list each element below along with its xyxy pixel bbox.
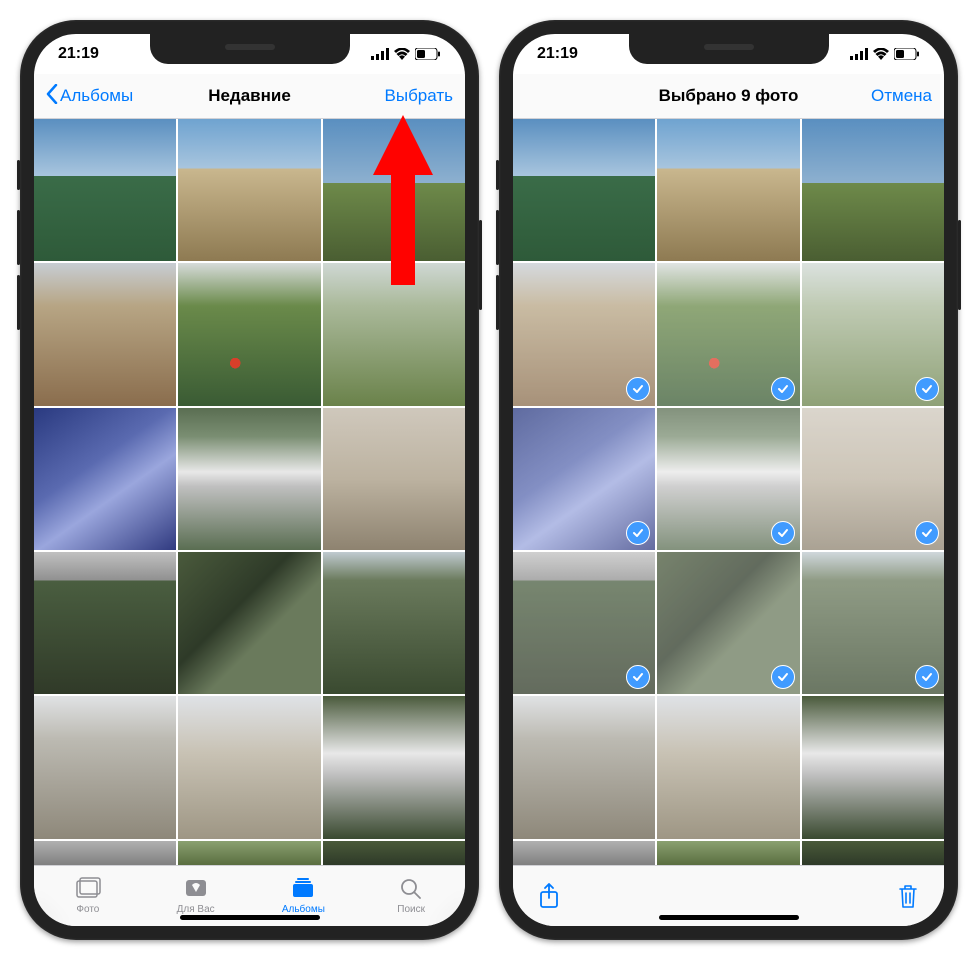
photo-thumbnail[interactable] — [802, 552, 944, 694]
cellular-signal-icon — [371, 48, 389, 60]
photo-thumbnail[interactable] — [34, 408, 176, 550]
photo-thumbnail[interactable] — [323, 408, 465, 550]
photo-thumbnail[interactable] — [513, 119, 655, 261]
photo-thumbnail[interactable] — [513, 841, 655, 865]
photo-thumbnail[interactable] — [513, 552, 655, 694]
photo-thumbnail[interactable] — [178, 263, 320, 405]
photo-thumbnail[interactable] — [657, 552, 799, 694]
nav-bar: Альбомы Недавние Выбрать — [34, 74, 465, 119]
photo-thumbnail[interactable] — [657, 119, 799, 261]
nav-title: Недавние — [136, 86, 363, 106]
albums-tab-icon — [290, 877, 316, 902]
tab-label: Для Вас — [177, 904, 215, 915]
photo-thumbnail[interactable] — [178, 696, 320, 838]
status-time: 21:19 — [537, 45, 578, 63]
tab-label: Поиск — [397, 904, 425, 915]
photo-thumbnail[interactable] — [657, 263, 799, 405]
photo-thumbnail[interactable] — [34, 119, 176, 261]
status-time: 21:19 — [58, 45, 99, 63]
photo-grid[interactable] — [34, 119, 465, 865]
nav-bar: Выбрано 9 фото Отмена — [513, 74, 944, 119]
battery-icon — [415, 48, 441, 60]
delete-button[interactable] — [896, 883, 920, 909]
photo-thumbnail[interactable] — [802, 408, 944, 550]
selection-checkmark-icon — [915, 521, 939, 545]
battery-icon — [894, 48, 920, 60]
photo-thumbnail[interactable] — [34, 263, 176, 405]
photo-thumbnail[interactable] — [323, 263, 465, 405]
photo-thumbnail[interactable] — [802, 696, 944, 838]
photo-thumbnail[interactable] — [802, 119, 944, 261]
photo-thumbnail[interactable] — [513, 408, 655, 550]
photo-thumbnail[interactable] — [323, 552, 465, 694]
share-icon — [537, 883, 561, 909]
phone-frame-right: 21:19 Выбрано 9 фото Отмена — [499, 20, 958, 940]
notch — [150, 34, 350, 64]
cancel-button[interactable]: Отмена — [842, 86, 932, 106]
photo-grid[interactable] — [513, 119, 944, 865]
search-tab-icon — [398, 877, 424, 902]
selection-checkmark-icon — [915, 377, 939, 401]
wifi-icon — [394, 48, 410, 60]
for-you-tab-icon — [183, 877, 209, 902]
photo-thumbnail[interactable] — [34, 841, 176, 865]
photo-thumbnail[interactable] — [802, 841, 944, 865]
selection-checkmark-icon — [626, 377, 650, 401]
photo-thumbnail[interactable] — [178, 841, 320, 865]
chevron-left-icon — [46, 84, 58, 109]
select-button[interactable]: Выбрать — [363, 86, 453, 106]
photo-thumbnail[interactable] — [657, 408, 799, 550]
selection-checkmark-icon — [626, 665, 650, 689]
home-indicator[interactable] — [659, 915, 799, 920]
share-button[interactable] — [537, 883, 561, 909]
tab-search[interactable]: Поиск — [357, 866, 465, 926]
notch — [629, 34, 829, 64]
selection-checkmark-icon — [915, 665, 939, 689]
tab-photos[interactable]: Фото — [34, 866, 142, 926]
phone-frame-left: 21:19 Альбомы Недавние — [20, 20, 479, 940]
selection-checkmark-icon — [771, 665, 795, 689]
photo-thumbnail[interactable] — [802, 263, 944, 405]
photo-thumbnail[interactable] — [323, 119, 465, 261]
photo-thumbnail[interactable] — [178, 408, 320, 550]
home-indicator[interactable] — [180, 915, 320, 920]
wifi-icon — [873, 48, 889, 60]
nav-title: Выбрано 9 фото — [615, 86, 842, 106]
selection-checkmark-icon — [626, 521, 650, 545]
photo-thumbnail[interactable] — [34, 696, 176, 838]
tab-label: Альбомы — [282, 904, 325, 915]
back-label: Альбомы — [60, 86, 133, 106]
photos-tab-icon — [75, 877, 101, 902]
back-button[interactable]: Альбомы — [46, 84, 136, 109]
photo-thumbnail[interactable] — [323, 696, 465, 838]
selection-checkmark-icon — [771, 377, 795, 401]
photo-thumbnail[interactable] — [513, 263, 655, 405]
photo-thumbnail[interactable] — [178, 119, 320, 261]
selection-checkmark-icon — [771, 521, 795, 545]
trash-icon — [896, 883, 920, 909]
tab-label: Фото — [76, 904, 99, 915]
photo-thumbnail[interactable] — [657, 696, 799, 838]
photo-thumbnail[interactable] — [657, 841, 799, 865]
photo-thumbnail[interactable] — [513, 696, 655, 838]
photo-thumbnail[interactable] — [34, 552, 176, 694]
cellular-signal-icon — [850, 48, 868, 60]
photo-thumbnail[interactable] — [178, 552, 320, 694]
photo-thumbnail[interactable] — [323, 841, 465, 865]
